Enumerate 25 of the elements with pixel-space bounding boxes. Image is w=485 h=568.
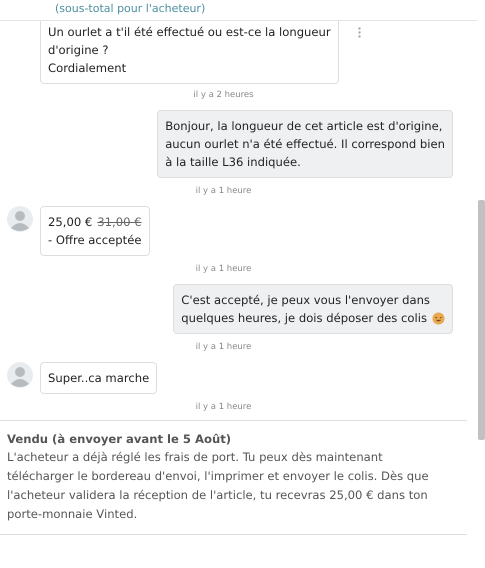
message-time: il y a 1 heure — [194, 185, 252, 198]
message-time: il y a 2 heures — [192, 89, 255, 102]
message-text: Bonjour, la longueur de cet article est d'origine, — [165, 118, 442, 135]
message-text: Super..ca marche — [48, 370, 150, 387]
status-text: L'acheteur a déjà réglé les frais de port. Tu peux dès maintenant télécharger le bordereau d'envoi, l'imprimer et envoyer le colis. Dès que l'acheteur validera la réception de l'article, tu recevras 25,00 € dans ton porte-monnaie Vinted. — [7, 449, 430, 523]
message-text: aucun ourlet n'a été effectué. Il correspond bien — [165, 136, 445, 153]
smiley-icon — [432, 312, 445, 324]
scrollbar-thumb[interactable] — [478, 200, 485, 440]
message-text: C'est accepté, je peux vous l'envoyer dans — [181, 292, 430, 309]
message-text: quelques heures, je dois déposer des colis — [181, 310, 427, 327]
status-title: Vendu (à envoyer avant le 5 Août) — [7, 431, 232, 448]
avatar-icon — [7, 206, 33, 232]
avatar-icon — [7, 362, 33, 388]
more-icon[interactable] — [358, 27, 361, 38]
message-time: il y a 1 heure — [194, 341, 252, 354]
offer-price: 25,00 € — [48, 214, 92, 231]
message-text: d'origine ? — [48, 42, 109, 59]
message-time: il y a 1 heure — [194, 263, 252, 276]
offer-status: - Offre acceptée — [48, 232, 142, 249]
message-time: il y a 1 heure — [194, 401, 252, 414]
message-text: Un ourlet a t'il été effectué ou est-ce la longueur — [48, 24, 331, 41]
message-text: Cordialement — [48, 60, 126, 77]
subtotal-note: (sous-total pour l'acheteur) — [55, 2, 206, 15]
original-price: 31,00 € — [97, 214, 142, 231]
message-text: à la taille L36 indiquée. — [165, 154, 301, 171]
